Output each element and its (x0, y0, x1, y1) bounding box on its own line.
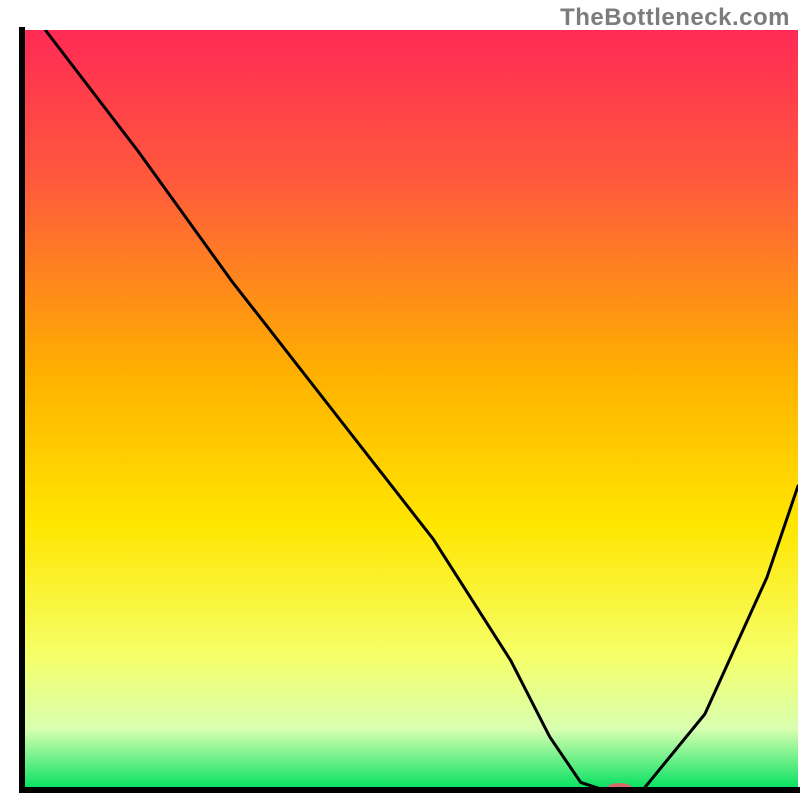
gradient-background (22, 30, 798, 790)
chart-stage: TheBottleneck.com (0, 0, 800, 800)
chart-svg (0, 0, 800, 800)
